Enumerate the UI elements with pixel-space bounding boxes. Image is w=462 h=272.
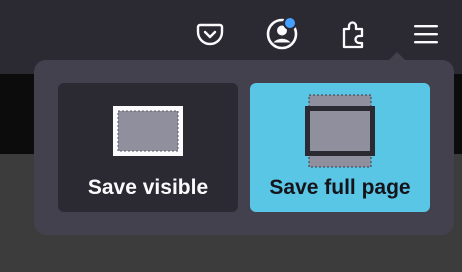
puzzle-piece-icon bbox=[342, 21, 364, 49]
save-visible-icon bbox=[113, 106, 183, 156]
pocket-button[interactable] bbox=[190, 14, 230, 54]
save-full-page-button[interactable]: Save full page bbox=[250, 83, 430, 212]
menu-button[interactable] bbox=[406, 14, 446, 54]
screenshot-panel: Save visible Save full page bbox=[34, 60, 454, 235]
save-visible-label: Save visible bbox=[87, 176, 209, 199]
extensions-button[interactable] bbox=[334, 14, 374, 54]
hamburger-menu-icon bbox=[414, 25, 438, 44]
save-full-page-icon bbox=[305, 94, 375, 168]
account-button[interactable] bbox=[262, 14, 302, 54]
save-visible-button[interactable]: Save visible bbox=[58, 83, 238, 212]
pocket-icon bbox=[196, 23, 224, 46]
notification-badge bbox=[283, 16, 297, 30]
save-full-page-label: Save full page bbox=[269, 176, 411, 199]
